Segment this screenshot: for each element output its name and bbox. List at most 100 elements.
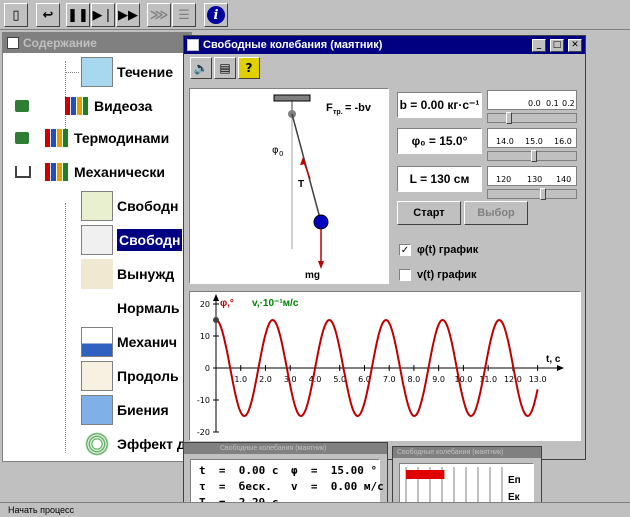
phi0-slider[interactable]: 14.0 15.0 16.0 [487,128,577,164]
info-icon[interactable]: i [204,3,228,27]
pendulum-bob [313,214,329,230]
app-icon [7,37,19,49]
x-tick-label: 2.0 [259,375,272,384]
checkbox-label: v(t) график [417,269,477,281]
toc-item-doppler[interactable]: Эффект д [81,427,186,461]
contents-window: Содержание Течение Видеоза Термодинами М… [2,32,192,462]
toc-item-flow[interactable]: Течение [65,55,173,89]
tau-value: τ = беск. [199,480,272,493]
x-axis-label: t, c [546,354,561,365]
x-tick-label: 9.0 [432,375,445,384]
toc-item-video[interactable]: Видеоза [15,89,152,123]
friction-formula: = -bv [345,102,372,114]
sim-title: Свободные колебания (маятник) [203,39,383,51]
toolbar: ▯ ↩ ❚❚ ▶❘ ▶▶ ⋙ ☰ i [0,0,630,30]
tick-label: 16.0 [554,137,572,146]
phi-graph-checkbox[interactable]: ✓ φ(t) график [399,244,478,256]
open-book-icon [15,166,31,178]
graph-panel: 20 10 0 -10 -20 1.0 2.0 3.0 4.0 5.0 6.0 7.0 8.0 9.0 10… [189,291,581,441]
toc-item-mechanics[interactable]: Механически [15,155,165,189]
slider-thumb[interactable] [506,112,513,124]
toc-item-mech-wave[interactable]: Механич [81,325,177,359]
phi0-value: φ₀ = 15.0° [397,128,482,154]
maximize-button[interactable]: □ [550,38,564,52]
book-icon [15,132,29,144]
checkbox-box[interactable] [399,269,411,281]
toc-item-free-osc-1[interactable]: Свободн [81,189,178,223]
b-value: b = 0.00 кг·c⁻¹ [397,92,482,118]
tick-label: 0.1 [546,99,559,108]
toc-item-beats[interactable]: Биения [81,393,169,427]
L-slider-scale: 120 130 140 [487,166,577,186]
y-tick-label: -20 [197,428,210,437]
friction-label: F [326,102,333,114]
start-button[interactable]: Старт [397,201,461,225]
status-bar: Начать процесс [0,502,630,517]
y-axis-arrow [213,294,219,301]
y-tick-label: 0 [205,364,210,373]
help-icon[interactable]: ? [238,57,260,79]
x-tick-label: 10.0 [455,375,473,384]
x-axis-arrow [557,365,564,371]
tick-label: 14.0 [496,137,514,146]
friction-subscript: тр. [333,109,343,116]
tick-label: 15.0 [525,137,543,146]
checkbox-box[interactable]: ✓ [399,244,411,256]
slider-track[interactable] [487,188,577,200]
y-tick-label: 10 [200,332,210,341]
ep-label: Eп [508,475,521,486]
books-icon [45,129,68,147]
books-icon [45,163,68,181]
sound-icon[interactable]: 🔈 [190,57,212,79]
current-point [213,317,219,323]
velocity-value: v = 0.00 м/с [291,480,384,493]
checkbox-label: φ(t) график [417,244,479,256]
toc-item-longitudinal[interactable]: Продоль [81,359,179,393]
time-value: t = 0.00 c [199,464,279,477]
pendulum-mount [273,94,311,102]
x-tick-label: 1.0 [234,375,247,384]
minimize-button[interactable]: _ [532,38,546,52]
forced-osc-icon [81,259,113,289]
slider-thumb[interactable] [540,188,547,200]
tree-line [65,203,66,453]
L-value: L = 130 см [397,166,482,192]
x-tick-label: 12.0 [504,375,522,384]
back-icon[interactable]: ↩ [36,3,60,27]
step-icon[interactable]: ▶❘ [91,3,115,27]
y-axis-label-phi: φ,° [220,298,234,309]
flow-icon [81,57,113,87]
phi0-subscript: 0 [279,150,283,158]
pendulum-svg: F тр. = -bv φ 0 T mg [272,94,372,281]
x-tick-label: 4.0 [309,375,322,384]
slider-track[interactable] [487,150,577,162]
tick-label: 130 [527,175,543,184]
pendulum-view: F тр. = -bv φ 0 T mg [189,88,389,284]
x-tick-label: 13.0 [529,375,547,384]
document-icon[interactable]: ▤ [214,57,236,79]
y-tick-label: 20 [200,300,210,309]
values-title: Свободные колебания (маятник) [184,443,387,454]
slider-thumb[interactable] [531,150,537,162]
longitudinal-icon [81,361,113,391]
slider-track[interactable] [487,112,577,124]
toc-item-normal[interactable]: Нормаль [81,291,180,325]
phi0-slider-scale: 14.0 15.0 16.0 [487,128,577,148]
toc-item-free-osc-pendulum[interactable]: Свободн [81,223,183,257]
tick-label: 120 [496,175,512,184]
toc-item-forced[interactable]: Вынужд [81,257,174,291]
fast-forward-icon[interactable]: ▶▶ [116,3,140,27]
pause-icon[interactable]: ❚❚ [66,3,90,27]
select-button: Выбор [464,201,528,225]
mech-wave-icon [81,327,113,357]
exit-icon[interactable]: ▯ [4,3,28,27]
L-slider[interactable]: 120 130 140 [487,166,577,202]
disabled-skip-icon: ⋙ [147,3,171,27]
b-slider[interactable]: 0.0 0.1 0.2 [487,90,577,126]
v-graph-checkbox[interactable]: v(t) график [399,269,476,281]
toc-item-thermo[interactable]: Термодинами [15,121,169,155]
close-button[interactable]: ✕ [568,38,582,52]
sim-title-bar: Свободные колебания (маятник) _ □ ✕ [184,36,585,54]
b-slider-scale: 0.0 0.1 0.2 [487,90,577,110]
x-tick-label: 8.0 [408,375,421,384]
